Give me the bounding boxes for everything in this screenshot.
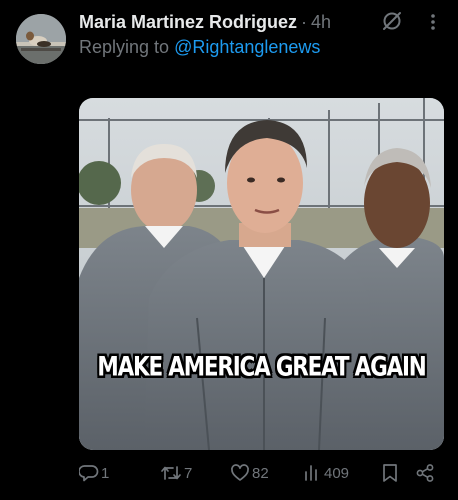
reply-button[interactable]: 1 [79, 462, 109, 484]
avatar[interactable] [16, 14, 66, 64]
replying-handle-link[interactable]: @Rightanglenews [174, 37, 320, 57]
views-count: 409 [324, 464, 350, 482]
tweet[interactable]: Maria Martinez Rodriguez · 4h Replying t… [0, 0, 458, 500]
display-name[interactable]: Maria Martinez Rodriguez [79, 12, 297, 33]
media-caption: MAKE AMERICA GREAT AGAIN [97, 351, 426, 384]
like-count: 82 [252, 464, 269, 482]
like-button[interactable]: 82 [230, 462, 269, 484]
tweet-header: Maria Martinez Rodriguez · 4h [79, 10, 331, 34]
views-icon [302, 463, 322, 483]
reply-count: 1 [101, 464, 110, 482]
bookmark-icon [381, 463, 399, 483]
views-button[interactable]: 409 [302, 462, 349, 484]
tweet-media-image[interactable]: MAKE AMERICA GREAT AGAIN [79, 98, 444, 450]
repost-icon [160, 463, 182, 483]
more-icon[interactable] [425, 13, 441, 31]
reply-icon [79, 463, 99, 483]
share-button[interactable] [415, 462, 435, 484]
grok-icon[interactable] [381, 10, 403, 32]
share-icon [415, 463, 435, 483]
replying-to: Replying to @Rightanglenews [79, 37, 320, 58]
like-icon [230, 463, 250, 483]
separator-dot: · [301, 11, 308, 32]
repost-button[interactable]: 7 [160, 462, 192, 484]
bookmark-button[interactable] [381, 462, 399, 484]
repost-count: 7 [184, 464, 193, 482]
timestamp[interactable]: 4h [311, 12, 331, 33]
replying-prefix: Replying to [79, 37, 175, 57]
action-bar: 1 7 82 409 [0, 462, 458, 484]
